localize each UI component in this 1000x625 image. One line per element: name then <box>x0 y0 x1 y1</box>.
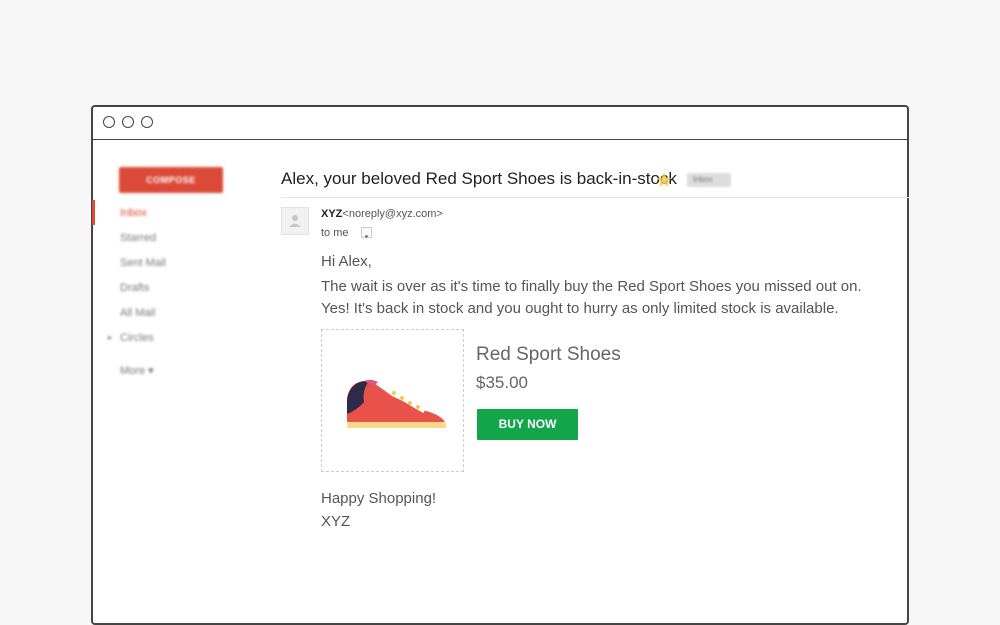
email-signoff: Happy Shopping! <box>321 490 437 507</box>
product-name: Red Sport Shoes <box>476 344 621 365</box>
details-dropdown[interactable] <box>361 227 372 238</box>
window-titlebar <box>93 107 907 140</box>
sender-line: XYZ<noreply@xyz.com> <box>321 208 443 220</box>
mail-nav: Inbox Starred Sent Mail Drafts All Mail … <box>93 206 273 389</box>
sender-name: XYZ <box>321 208 343 220</box>
sidebar-item-circles[interactable]: ▸ Circles <box>93 331 273 356</box>
sidebar-item-label: Circles <box>120 332 154 344</box>
person-icon <box>289 215 301 227</box>
recipient-line: to me <box>321 227 349 239</box>
product-price: $35.00 <box>476 373 528 392</box>
email-greeting: Hi Alex, <box>321 253 372 270</box>
expand-caret-icon[interactable]: ▸ <box>108 331 112 345</box>
close-window-icon[interactable] <box>103 116 115 128</box>
sidebar-item-more[interactable]: More ▾ <box>93 364 273 389</box>
email-body-line-2: Yes! It's back in stock and you ought to… <box>321 300 839 317</box>
product-image-frame[interactable] <box>321 329 464 472</box>
sidebar-item-inbox[interactable]: Inbox <box>93 206 273 231</box>
email-body-line-1: The wait is over as it's time to finally… <box>321 278 862 295</box>
maximize-window-icon[interactable] <box>141 116 153 128</box>
email-signature: XYZ <box>321 513 351 530</box>
minimize-window-icon[interactable] <box>122 116 134 128</box>
subject-row: Alex, your beloved Red Sport Shoes is ba… <box>281 165 909 198</box>
sender-email: <noreply@xyz.com> <box>342 208 443 220</box>
mail-sidebar: COMPOSE Inbox Starred Sent Mail Drafts A… <box>92 140 273 623</box>
star-icon[interactable] <box>655 171 673 189</box>
label-chip[interactable]: Inbox <box>687 173 731 187</box>
buy-now-button[interactable]: BUY NOW <box>477 409 578 440</box>
sidebar-item-drafts[interactable]: Drafts <box>93 281 273 306</box>
sidebar-item-starred[interactable]: Starred <box>93 231 273 256</box>
compose-button[interactable]: COMPOSE <box>119 167 223 193</box>
chevron-down-icon <box>364 235 369 238</box>
sidebar-item-sent-mail[interactable]: Sent Mail <box>93 256 273 281</box>
browser-window: COMPOSE Inbox Starred Sent Mail Drafts A… <box>91 105 909 625</box>
email-subject: Alex, your beloved Red Sport Shoes is ba… <box>281 169 677 188</box>
sidebar-item-all-mail[interactable]: All Mail <box>93 306 273 331</box>
sneaker-icon <box>347 379 446 428</box>
sender-avatar <box>281 207 309 235</box>
